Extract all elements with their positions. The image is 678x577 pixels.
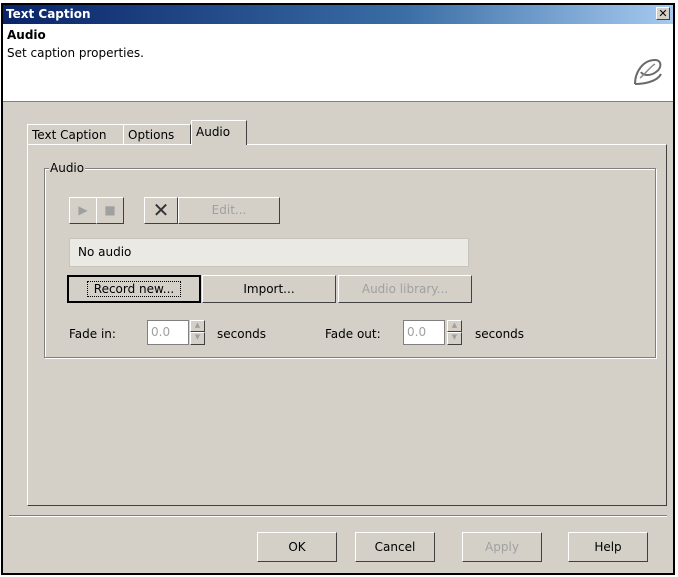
audio-status-field: No audio — [69, 238, 469, 267]
ok-button[interactable]: OK — [257, 532, 337, 562]
fade-out-unit: seconds — [475, 327, 525, 341]
close-button[interactable]: ✕ — [656, 7, 670, 20]
audio-library-button[interactable]: Audio library... — [338, 275, 472, 303]
footer-separator — [9, 515, 667, 517]
play-button[interactable]: ▶ — [69, 197, 97, 224]
fade-out-label: Fade out: — [325, 327, 381, 341]
close-icon: ✕ — [658, 7, 668, 20]
delete-audio-button[interactable]: ✕ — [144, 197, 178, 224]
fade-out-spinner[interactable]: ▲ ▼ — [447, 320, 462, 345]
audio-tab-panel: Audio ▶ ■ ✕ Edit... No audio Record new.… — [27, 144, 667, 506]
cancel-button[interactable]: Cancel — [355, 532, 435, 562]
header-subtitle: Set caption properties. — [7, 46, 144, 60]
stop-button[interactable]: ■ — [96, 197, 124, 224]
edit-button[interactable]: Edit... — [178, 197, 280, 224]
tab-options[interactable]: Options — [123, 124, 191, 144]
delete-icon: ✕ — [152, 198, 170, 222]
stop-icon: ■ — [104, 203, 116, 217]
captivate-logo-icon — [634, 58, 662, 85]
play-icon: ▶ — [78, 203, 88, 217]
fade-in-spinner[interactable]: ▲ ▼ — [190, 320, 205, 345]
window-title: Text Caption — [6, 7, 91, 21]
fade-in-unit: seconds — [217, 327, 267, 341]
title-bar[interactable]: Text Caption ✕ — [3, 5, 673, 24]
audio-group-label: Audio — [49, 161, 86, 175]
fade-in-down-icon[interactable]: ▼ — [190, 332, 205, 345]
fade-out-up-icon[interactable]: ▲ — [447, 320, 462, 332]
text-caption-dialog: Text Caption ✕ Audio Set caption propert… — [1, 3, 675, 575]
fade-in-up-icon[interactable]: ▲ — [190, 320, 205, 332]
dialog-header: Audio Set caption properties. — [3, 24, 673, 102]
header-title: Audio — [7, 28, 46, 42]
tab-audio[interactable]: Audio — [191, 120, 247, 145]
fade-out-down-icon[interactable]: ▼ — [447, 332, 462, 345]
apply-button[interactable]: Apply — [462, 532, 542, 562]
record-new-button[interactable]: Record new... — [67, 275, 201, 303]
audio-groupbox: Audio ▶ ■ ✕ Edit... No audio Record new.… — [44, 161, 656, 358]
tab-text-caption[interactable]: Text Caption — [27, 124, 124, 144]
help-button[interactable]: Help — [568, 532, 648, 562]
fade-out-input[interactable]: 0.0 — [403, 320, 445, 345]
fade-in-label: Fade in: — [69, 327, 116, 341]
fade-in-input[interactable]: 0.0 — [147, 320, 189, 345]
import-button[interactable]: Import... — [202, 275, 336, 303]
